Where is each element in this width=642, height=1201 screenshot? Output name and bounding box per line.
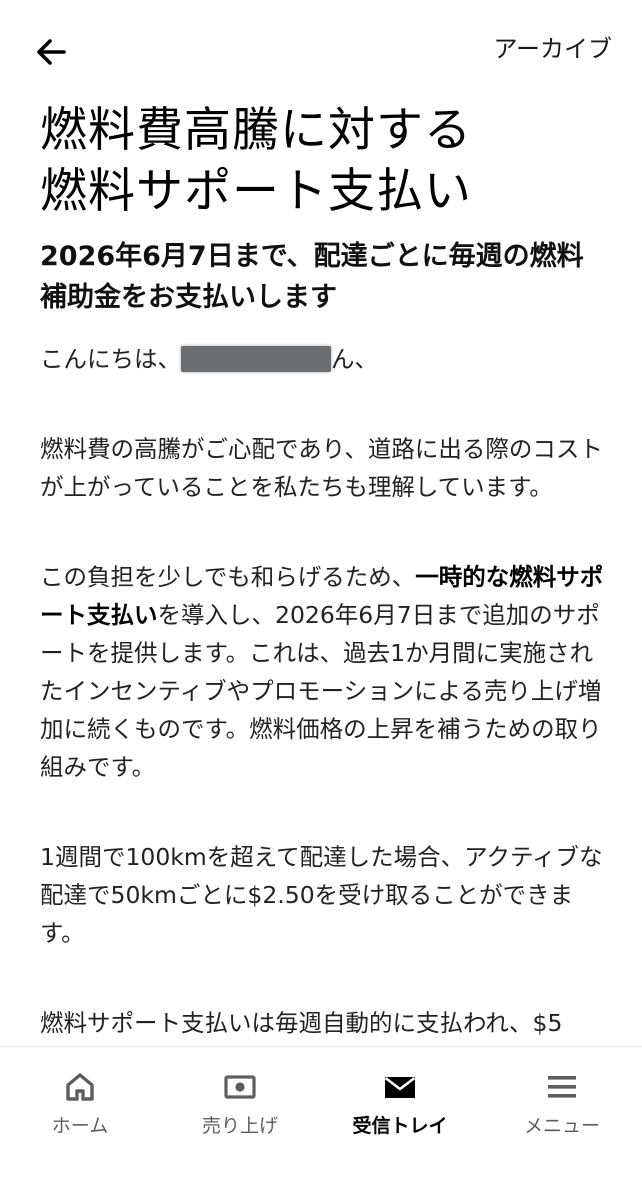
arrow-left-icon xyxy=(37,39,66,65)
article-subtitle: 2026年6月7日まで、配達ごとに毎週の燃料補助金をお支払いします xyxy=(40,241,584,313)
tab-menu[interactable]: メニュー xyxy=(482,1069,642,1139)
tab-inbox-label: 受信トレイ xyxy=(352,1115,448,1137)
title-line-2: 燃料サポート支払い xyxy=(40,164,472,219)
paragraph-3: 1週間で100kmを超えて配達した場合、アクティブな配達で50kmごとに$2.5… xyxy=(40,843,603,947)
page-title: 燃料費高騰に対する 燃料サポート支払い xyxy=(40,100,610,222)
article: 燃料費高騰に対する 燃料サポート支払い 2026年6月7日まで、配達ごとに毎週の… xyxy=(40,100,610,1094)
tab-home[interactable]: ホーム xyxy=(0,1069,160,1139)
paragraph-4: 燃料サポート支払いは毎週自動的に支払われ、$5 xyxy=(40,1009,563,1037)
paragraph-2-intro: この負担を少しでも和らげるため、 xyxy=(40,563,416,591)
archive-button[interactable]: アーカイブ xyxy=(493,33,612,65)
greeting-suffix: ん、 xyxy=(331,345,378,373)
tab-home-label: ホーム xyxy=(51,1115,109,1137)
tab-earnings-label: 売り上げ xyxy=(201,1115,278,1137)
title-line-1: 燃料費高騰に対する xyxy=(40,103,472,158)
tab-inbox[interactable]: 受信トレイ xyxy=(320,1069,480,1139)
bottom-tab-bar: ホーム 売り上げ 受信トレイ メニュー xyxy=(0,1046,642,1201)
paragraph-2: この負担を少しでも和らげるため、一時的な燃料サポート支払いを導入し、2026年6… xyxy=(40,558,610,786)
greeting-prefix: こんにちは、 xyxy=(40,345,181,373)
greeting: こんにちは、 ん、 xyxy=(40,340,610,378)
paragraph-1: 燃料費の高騰がご心配であり、道路に出る際のコストが上がっていることを私たちも理解… xyxy=(40,435,603,501)
tab-menu-label: メニュー xyxy=(523,1115,600,1137)
article-body: こんにちは、 ん、 燃料費の高騰がご心配であり、道路に出る際のコストが上がっている… xyxy=(40,340,610,1042)
tab-earnings[interactable]: 売り上げ xyxy=(160,1069,320,1139)
earnings-icon xyxy=(224,1075,256,1099)
home-icon xyxy=(66,1073,94,1101)
redacted-name xyxy=(181,346,331,372)
inbox-icon xyxy=(384,1076,416,1098)
top-bar: アーカイブ xyxy=(0,0,642,100)
menu-icon xyxy=(548,1076,576,1098)
back-button[interactable] xyxy=(30,30,74,74)
